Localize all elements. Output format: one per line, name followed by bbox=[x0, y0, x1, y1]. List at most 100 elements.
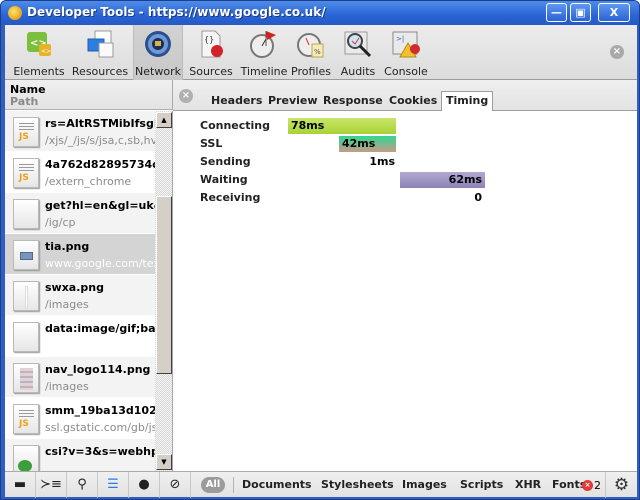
filter-stylesheets[interactable]: Stylesheets bbox=[321, 478, 394, 491]
image-thumbnail-icon bbox=[13, 281, 39, 311]
request-row-selected[interactable]: tia.png www.google.com/textinputassistan… bbox=[5, 234, 155, 275]
timing-bar-waiting: 62ms bbox=[400, 172, 485, 188]
clear-icon[interactable]: ⊘ bbox=[160, 472, 191, 498]
filter-images[interactable]: Images bbox=[402, 478, 447, 491]
record-icon[interactable]: ● bbox=[129, 472, 160, 498]
request-name: get?hl=en&gl=uk&autocomplete bbox=[45, 199, 155, 212]
dock-icon[interactable]: ▬ bbox=[5, 472, 36, 498]
request-path: /images bbox=[45, 298, 89, 311]
panel-toolbar: <> <> Elements Resources Network {} Sour… bbox=[5, 25, 637, 80]
error-count[interactable]: 2 bbox=[594, 479, 601, 492]
request-path: /xjs/_/js/s/jsa,c,sb,hv,wta bbox=[45, 134, 155, 147]
tab-network[interactable]: Network bbox=[133, 25, 183, 80]
timing-label-sending: Sending bbox=[200, 155, 251, 168]
audits-icon bbox=[344, 31, 372, 58]
request-row[interactable]: JS smm_19ba13d102fef ssl.gstatic.com/gb/… bbox=[5, 398, 155, 439]
svg-text:<>: <> bbox=[41, 48, 51, 55]
request-row[interactable]: JS rs=AItRSTMibIfsgHpYh /xjs/_/js/s/jsa,… bbox=[5, 111, 155, 152]
minimize-button[interactable]: — bbox=[546, 3, 567, 22]
request-row[interactable]: csi?v=3&s=webhp&action bbox=[5, 439, 155, 471]
tab-console[interactable]: >| Console bbox=[383, 25, 429, 80]
svg-text:%: % bbox=[314, 48, 321, 56]
scrollbar-thumb[interactable] bbox=[156, 196, 172, 374]
tab-response[interactable]: Response bbox=[323, 94, 383, 107]
request-name: swxa.png bbox=[45, 281, 104, 294]
blank-file-icon bbox=[13, 199, 39, 229]
scroll-up-arrow-icon[interactable]: ▲ bbox=[156, 112, 172, 128]
timeline-icon bbox=[250, 31, 276, 58]
close-devtools-icon[interactable]: × bbox=[610, 45, 624, 59]
timing-label-waiting: Waiting bbox=[200, 173, 248, 186]
keyboard-image-icon bbox=[13, 240, 39, 270]
detail-tab-bar: × Headers Preview Response Cookies Timin… bbox=[173, 80, 637, 112]
profiles-icon: % bbox=[297, 33, 324, 58]
timing-value-connecting: 78ms bbox=[291, 119, 325, 132]
close-detail-icon[interactable]: × bbox=[179, 89, 193, 103]
request-row[interactable]: nav_logo114.png /images bbox=[5, 357, 155, 398]
timing-label-receiving: Receiving bbox=[200, 191, 261, 204]
js-file-icon: JS bbox=[13, 158, 39, 188]
chrome-app-icon bbox=[8, 6, 22, 20]
scroll-down-arrow-icon[interactable]: ▼ bbox=[156, 454, 172, 470]
filter-documents[interactable]: Documents bbox=[242, 478, 312, 491]
request-name: csi?v=3&s=webhp&action bbox=[45, 445, 155, 458]
request-row[interactable]: data:image/gif;base64 bbox=[5, 316, 155, 357]
timing-bar-connecting: 78ms bbox=[288, 118, 396, 134]
request-name: nav_logo114.png bbox=[45, 363, 151, 376]
request-row[interactable]: swxa.png /images bbox=[5, 275, 155, 316]
tab-preview[interactable]: Preview bbox=[268, 94, 318, 107]
js-file-icon: JS bbox=[13, 117, 39, 147]
request-path: ssl.gstatic.com/gb/js bbox=[45, 421, 155, 434]
tab-elements[interactable]: <> <> Elements bbox=[11, 25, 67, 80]
request-path: www.google.com/textinputassistant bbox=[45, 257, 155, 270]
console-icon: >| bbox=[392, 31, 420, 58]
network-panel: Name Path JS rs=AItRSTMibIfsgHpYh /xjs/_… bbox=[5, 80, 637, 471]
filter-scripts[interactable]: Scripts bbox=[460, 478, 503, 491]
timing-bar-ssl: 42ms bbox=[339, 136, 396, 152]
request-path: /ig/cp bbox=[45, 216, 76, 229]
request-name: 4a762d82895734c9.js bbox=[45, 158, 155, 171]
search-icon[interactable]: ⚲ bbox=[67, 472, 98, 498]
title-bar: Developer Tools - https://www.google.co.… bbox=[1, 1, 639, 25]
tab-timeline-label: Timeline bbox=[240, 65, 288, 78]
tab-profiles-label: Profiles bbox=[291, 65, 331, 78]
maximize-button[interactable]: ▣ bbox=[570, 3, 591, 22]
svg-text:{}: {} bbox=[204, 35, 214, 44]
tab-sources[interactable]: {} Sources bbox=[185, 25, 237, 80]
filter-xhr[interactable]: XHR bbox=[515, 478, 541, 491]
blank-file-icon bbox=[13, 322, 39, 352]
filter-all[interactable]: All bbox=[201, 477, 225, 493]
tab-console-label: Console bbox=[384, 65, 428, 78]
close-window-button[interactable]: X bbox=[598, 3, 630, 22]
list-header[interactable]: Name Path bbox=[5, 80, 173, 110]
timing-value-ssl: 42ms bbox=[342, 137, 376, 150]
timing-value-sending: 1ms bbox=[369, 155, 395, 168]
tab-resources-label: Resources bbox=[71, 65, 129, 78]
timing-value-receiving: 0 bbox=[474, 191, 482, 204]
request-name: rs=AItRSTMibIfsgHpYh bbox=[45, 117, 155, 130]
timing-value-waiting: 62ms bbox=[448, 173, 482, 186]
request-list: JS rs=AItRSTMibIfsgHpYh /xjs/_/js/s/jsa,… bbox=[5, 111, 155, 471]
console-drawer-icon[interactable]: ≻≡ bbox=[36, 472, 67, 498]
tab-network-label: Network bbox=[135, 65, 181, 78]
error-icon[interactable]: × bbox=[582, 480, 593, 491]
tab-timing[interactable]: Timing bbox=[441, 91, 494, 112]
tab-sources-label: Sources bbox=[189, 65, 233, 78]
request-list-scrollbar[interactable]: ▲ ▼ bbox=[155, 111, 173, 471]
image-file-icon bbox=[13, 445, 39, 471]
tab-profiles[interactable]: % Profiles bbox=[291, 25, 331, 80]
tab-audits[interactable]: Audits bbox=[339, 25, 377, 80]
window-title: Developer Tools - https://www.google.co.… bbox=[27, 5, 326, 19]
tab-cookies[interactable]: Cookies bbox=[389, 94, 437, 107]
large-rows-icon[interactable]: ☰ bbox=[98, 472, 129, 498]
request-row[interactable]: get?hl=en&gl=uk&autocomplete /ig/cp bbox=[5, 193, 155, 234]
tab-headers[interactable]: Headers bbox=[211, 94, 262, 107]
filter-separator bbox=[233, 477, 234, 493]
tab-timeline[interactable]: Timeline bbox=[239, 25, 289, 80]
gear-icon[interactable]: ⚙ bbox=[605, 472, 637, 498]
request-path: /images bbox=[45, 380, 89, 393]
network-icon bbox=[145, 31, 171, 57]
tab-resources[interactable]: Resources bbox=[69, 25, 131, 80]
request-name: tia.png bbox=[45, 240, 90, 253]
request-row[interactable]: JS 4a762d82895734c9.js /extern_chrome bbox=[5, 152, 155, 193]
